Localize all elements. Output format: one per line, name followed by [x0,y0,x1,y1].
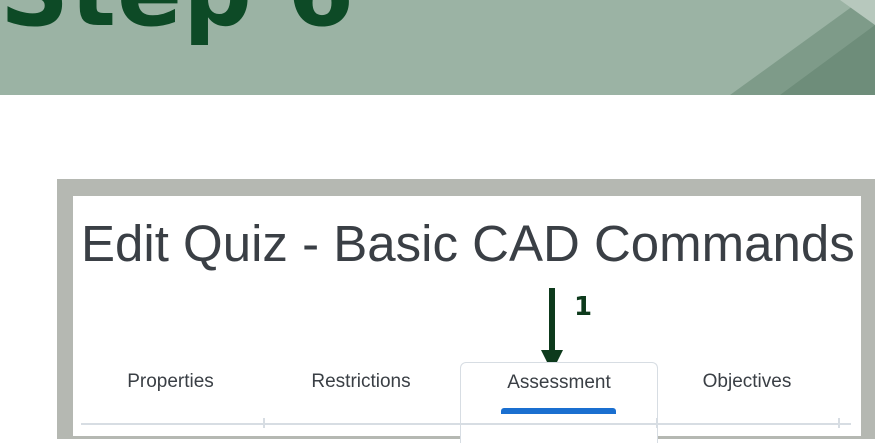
tab-assessment-label: Assessment [507,372,611,393]
tab-objectives[interactable]: Objectives [657,372,837,391]
step-banner: Step 6 [0,0,875,95]
banner-decoration-icon [730,0,875,95]
tab-separator [656,418,658,428]
active-tab-indicator [501,408,616,414]
tab-restrictions[interactable]: Restrictions [281,372,441,391]
tab-separator [263,418,265,428]
tabs-divider [81,423,851,425]
tab-properties[interactable]: Properties [93,372,248,391]
tab-separator [838,418,840,428]
quiz-editor-panel: Edit Quiz - Basic CAD Commands 1 Propert… [73,196,861,443]
page-title: Edit Quiz - Basic CAD Commands [81,215,855,272]
step-number-annotation: 1 [574,292,593,322]
tab-assessment[interactable]: Assessment [460,362,658,443]
